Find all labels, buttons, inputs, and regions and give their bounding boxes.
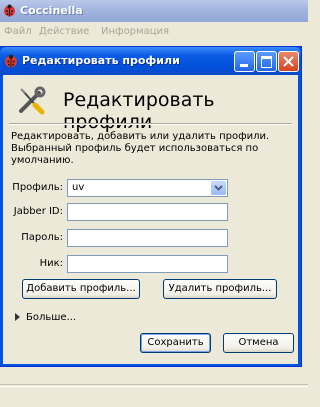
maximize-icon bbox=[261, 56, 272, 68]
delete-profile-button[interactable]: Удалить профиль... bbox=[163, 279, 277, 299]
triangle-right-icon bbox=[15, 313, 20, 321]
cancel-button[interactable]: Отмена bbox=[223, 333, 294, 353]
close-button[interactable] bbox=[278, 51, 299, 72]
dialog-title: Редактировать профили bbox=[22, 54, 180, 67]
jabber-id-input[interactable] bbox=[67, 203, 228, 221]
header-separator bbox=[9, 123, 292, 125]
password-input[interactable] bbox=[67, 229, 228, 247]
menu-action[interactable]: Действие bbox=[39, 26, 89, 37]
main-menubar: Файл Действие Информация bbox=[0, 22, 308, 41]
dialog-body: Редактировать профили Редактировать, доб… bbox=[3, 75, 298, 364]
nick-input[interactable] bbox=[67, 255, 228, 273]
ladybug-icon bbox=[4, 54, 18, 68]
menu-file[interactable]: Файл bbox=[4, 26, 32, 37]
add-profile-button[interactable]: Добавить профиль... bbox=[22, 279, 140, 299]
dialog-heading: Редактировать профили bbox=[63, 89, 215, 133]
close-icon bbox=[279, 52, 298, 71]
main-statusbar bbox=[0, 384, 308, 407]
edit-profiles-dialog: Редактировать профили Редактировать проф… bbox=[0, 46, 302, 367]
minimize-button[interactable] bbox=[234, 51, 255, 72]
profile-label: Профиль: bbox=[12, 182, 63, 193]
wrench-screwdriver-icon bbox=[15, 85, 47, 117]
main-window-title: Coccinella bbox=[20, 4, 83, 17]
main-window-titlebar[interactable]: Coccinella bbox=[0, 0, 308, 22]
chevron-down-icon[interactable] bbox=[211, 181, 226, 195]
maximize-button[interactable] bbox=[256, 51, 277, 72]
minimize-icon bbox=[240, 64, 248, 67]
more-label: Больше... bbox=[26, 312, 77, 323]
profile-select[interactable]: uv bbox=[67, 179, 228, 197]
dialog-description: Редактировать, добавить или удалить проф… bbox=[11, 131, 270, 166]
password-label: Пароль: bbox=[21, 232, 63, 243]
ladybug-icon bbox=[3, 4, 16, 17]
dialog-titlebar[interactable]: Редактировать профили bbox=[0, 47, 301, 75]
profile-select-value: uv bbox=[72, 182, 85, 193]
jabber-id-label: Jabber ID: bbox=[13, 206, 63, 217]
menu-info[interactable]: Информация bbox=[101, 26, 169, 37]
nick-label: Ник: bbox=[39, 258, 63, 269]
more-toggle[interactable]: Больше... bbox=[15, 312, 76, 323]
save-button[interactable]: Сохранить bbox=[140, 333, 211, 353]
